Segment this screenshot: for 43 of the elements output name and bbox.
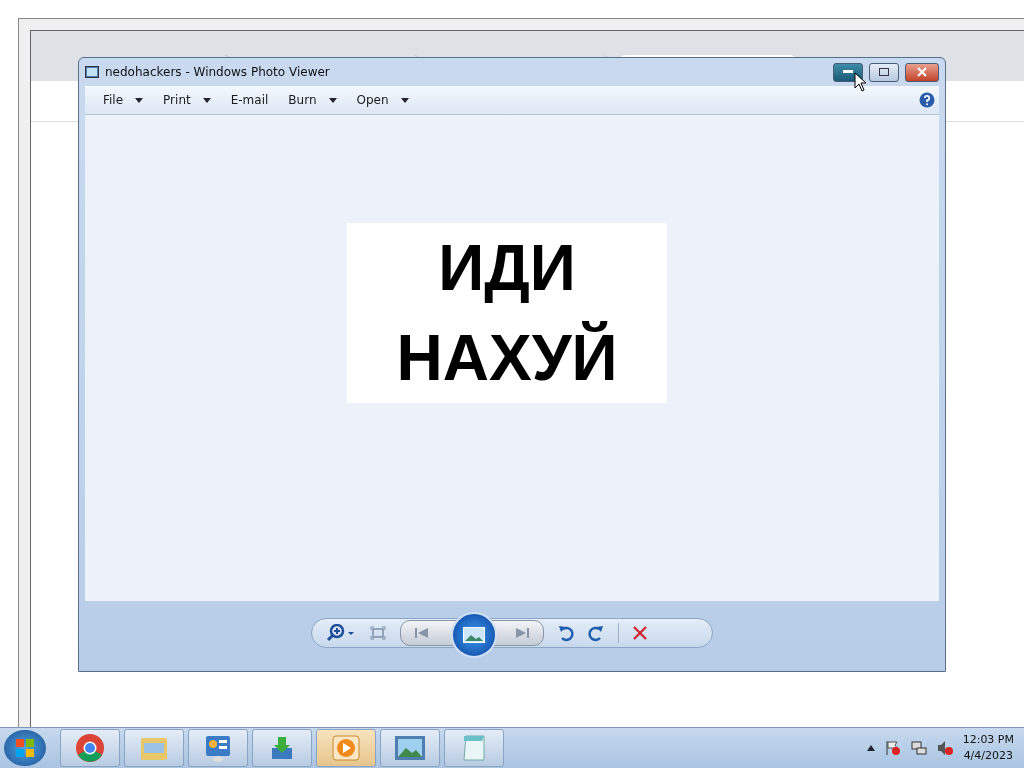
previous-icon[interactable] xyxy=(415,628,429,638)
photo-viewer-icon xyxy=(85,66,99,78)
cursor-icon xyxy=(854,72,868,92)
landscape-photo-icon xyxy=(463,627,485,643)
maximize-icon xyxy=(879,68,889,76)
speaker-muted-icon[interactable] xyxy=(936,740,953,756)
notepad-icon xyxy=(460,733,488,763)
minimize-icon xyxy=(843,70,853,74)
maximize-button[interactable] xyxy=(869,62,899,82)
chrome-icon xyxy=(75,733,105,763)
time-text: 12:03 PM xyxy=(962,732,1014,748)
next-icon[interactable] xyxy=(515,628,529,638)
zoom-icon[interactable] xyxy=(326,624,356,642)
play-icon xyxy=(331,733,361,763)
menu-item[interactable]: Open xyxy=(348,90,417,110)
image-text: НАХУЙ xyxy=(396,320,618,396)
taskbar-button[interactable] xyxy=(252,729,312,767)
landscape-photo-icon xyxy=(394,735,426,761)
menu-item[interactable]: E-mail xyxy=(222,90,277,110)
close-button[interactable] xyxy=(905,62,939,82)
start-button[interactable] xyxy=(4,730,46,766)
slideshow-button[interactable] xyxy=(451,612,497,658)
control-panel-icon xyxy=(203,733,233,763)
network-icon[interactable] xyxy=(910,740,927,756)
clock[interactable]: 12:03 PM 4/4/2023 xyxy=(962,732,1014,764)
close-icon xyxy=(917,67,927,77)
menu-item[interactable]: Burn xyxy=(280,90,345,110)
window-title: nedohackers - Windows Photo Viewer xyxy=(105,65,331,79)
flag-icon[interactable] xyxy=(884,740,901,756)
rotate-right-icon[interactable] xyxy=(588,624,604,642)
taskbar-button[interactable] xyxy=(188,729,248,767)
date-text: 4/4/2023 xyxy=(963,748,1014,764)
menu-item[interactable]: File xyxy=(95,90,152,110)
show-hidden-icon[interactable] xyxy=(866,745,875,751)
windows-logo-icon xyxy=(15,738,35,758)
help-icon[interactable] xyxy=(919,92,935,108)
minimize-button[interactable] xyxy=(833,62,863,82)
delete-icon[interactable] xyxy=(633,626,647,640)
taskbar-button[interactable] xyxy=(380,729,440,767)
taskbar-button[interactable] xyxy=(60,729,120,767)
rotate-left-icon[interactable] xyxy=(558,624,574,642)
image-text: ИДИ xyxy=(438,231,576,306)
menu-item[interactable]: Print xyxy=(155,90,219,110)
